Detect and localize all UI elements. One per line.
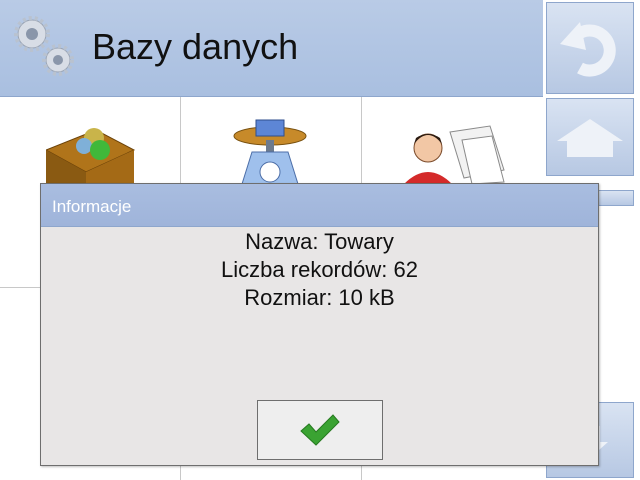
- dialog-line-size: Rozmiar: 10 kB: [244, 285, 395, 310]
- info-dialog: Informacje Nazwa: Towary Liczba rekordów…: [40, 183, 599, 466]
- database-box-icon[interactable]: [46, 120, 136, 184]
- home-icon: [557, 119, 623, 157]
- page-title: Bazy danych: [92, 26, 299, 67]
- dialog-title: Informacje: [52, 197, 132, 216]
- dialog-line-name: Nazwa: Towary: [245, 229, 394, 254]
- back-button[interactable]: [546, 2, 634, 94]
- ok-button[interactable]: [257, 400, 383, 460]
- customer-icon[interactable]: [400, 122, 510, 184]
- gears-icon: [14, 16, 74, 76]
- checkmark-icon: [300, 414, 340, 446]
- dialog-title-bar: Informacje: [41, 184, 598, 227]
- home-button[interactable]: [546, 98, 634, 176]
- back-arrow-icon: [560, 22, 616, 77]
- header-bar: Bazy danych: [0, 0, 543, 97]
- tile-divider: [0, 287, 40, 288]
- scale-icon[interactable]: [230, 118, 310, 184]
- dialog-line-records: Liczba rekordów: 62: [221, 257, 418, 282]
